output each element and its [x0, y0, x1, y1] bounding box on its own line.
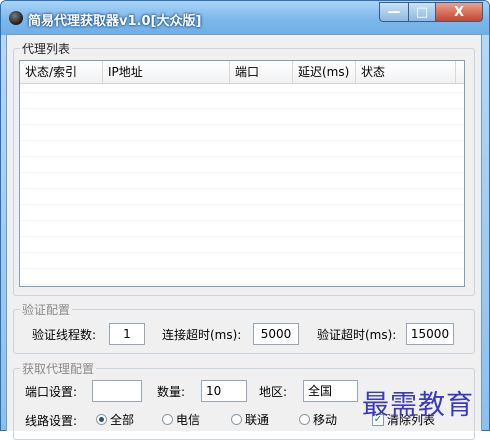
app-icon: [9, 11, 23, 25]
column-header-port[interactable]: 端口: [230, 61, 293, 83]
line-option-all[interactable]: 全部: [96, 411, 134, 427]
verify-threads-label: 验证线程数:: [32, 328, 97, 342]
proxy-list-legend: 代理列表: [22, 42, 71, 56]
port-setting-input[interactable]: [92, 380, 142, 402]
line-option-telecom-label: 电信: [176, 412, 201, 427]
verify-timeout-input[interactable]: 15000: [406, 323, 454, 345]
minimize-button[interactable]: —: [379, 2, 409, 22]
region-label: 地区:: [259, 385, 288, 399]
count-label: 数量:: [157, 385, 186, 399]
line-option-telecom[interactable]: 电信: [162, 411, 200, 427]
maximize-button[interactable]: □: [408, 2, 436, 22]
fetch-config-legend: 获取代理配置: [22, 362, 95, 376]
radio-icon: [231, 413, 242, 425]
verify-threads-input[interactable]: 1: [109, 323, 145, 345]
line-setting-label: 线路设置:: [25, 414, 78, 428]
maximize-icon: □: [415, 4, 429, 20]
line-option-unicom[interactable]: 联通: [231, 411, 269, 427]
column-header-status[interactable]: 状态: [356, 61, 456, 83]
watermark-text: 最需教育: [362, 390, 474, 421]
radio-selected-icon: [96, 413, 107, 425]
column-header-ip[interactable]: IP地址: [103, 61, 230, 83]
window-title: 简易代理获取器v1.0[大众版]: [28, 14, 202, 29]
line-option-all-label: 全部: [110, 412, 135, 427]
verify-timeout-label: 验证超时(ms):: [317, 328, 397, 342]
verify-config-legend: 验证配置: [22, 303, 71, 317]
connect-timeout-label: 连接超时(ms):: [162, 328, 242, 342]
radio-icon: [162, 413, 173, 425]
proxy-list-view[interactable]: 状态/索引 IP地址 端口 延迟(ms) 状态: [19, 60, 465, 287]
region-select[interactable]: 全国: [303, 380, 358, 402]
title-bar[interactable]: 简易代理获取器v1.0[大众版] — □ X: [1, 1, 489, 35]
line-option-unicom-label: 联通: [245, 412, 270, 427]
close-icon: X: [453, 4, 465, 20]
count-input[interactable]: 10: [201, 380, 247, 402]
column-header-latency[interactable]: 延迟(ms): [293, 61, 356, 83]
column-header-status-index[interactable]: 状态/索引: [20, 61, 103, 83]
line-option-mobile[interactable]: 移动: [299, 411, 337, 427]
minimize-icon: —: [387, 4, 401, 20]
radio-icon: [299, 413, 310, 425]
line-option-mobile-label: 移动: [313, 412, 338, 427]
proxy-list-header: 状态/索引 IP地址 端口 延迟(ms) 状态: [20, 61, 464, 84]
port-setting-label: 端口设置:: [25, 385, 78, 399]
connect-timeout-input[interactable]: 5000: [253, 323, 299, 345]
close-button[interactable]: X: [435, 2, 483, 22]
